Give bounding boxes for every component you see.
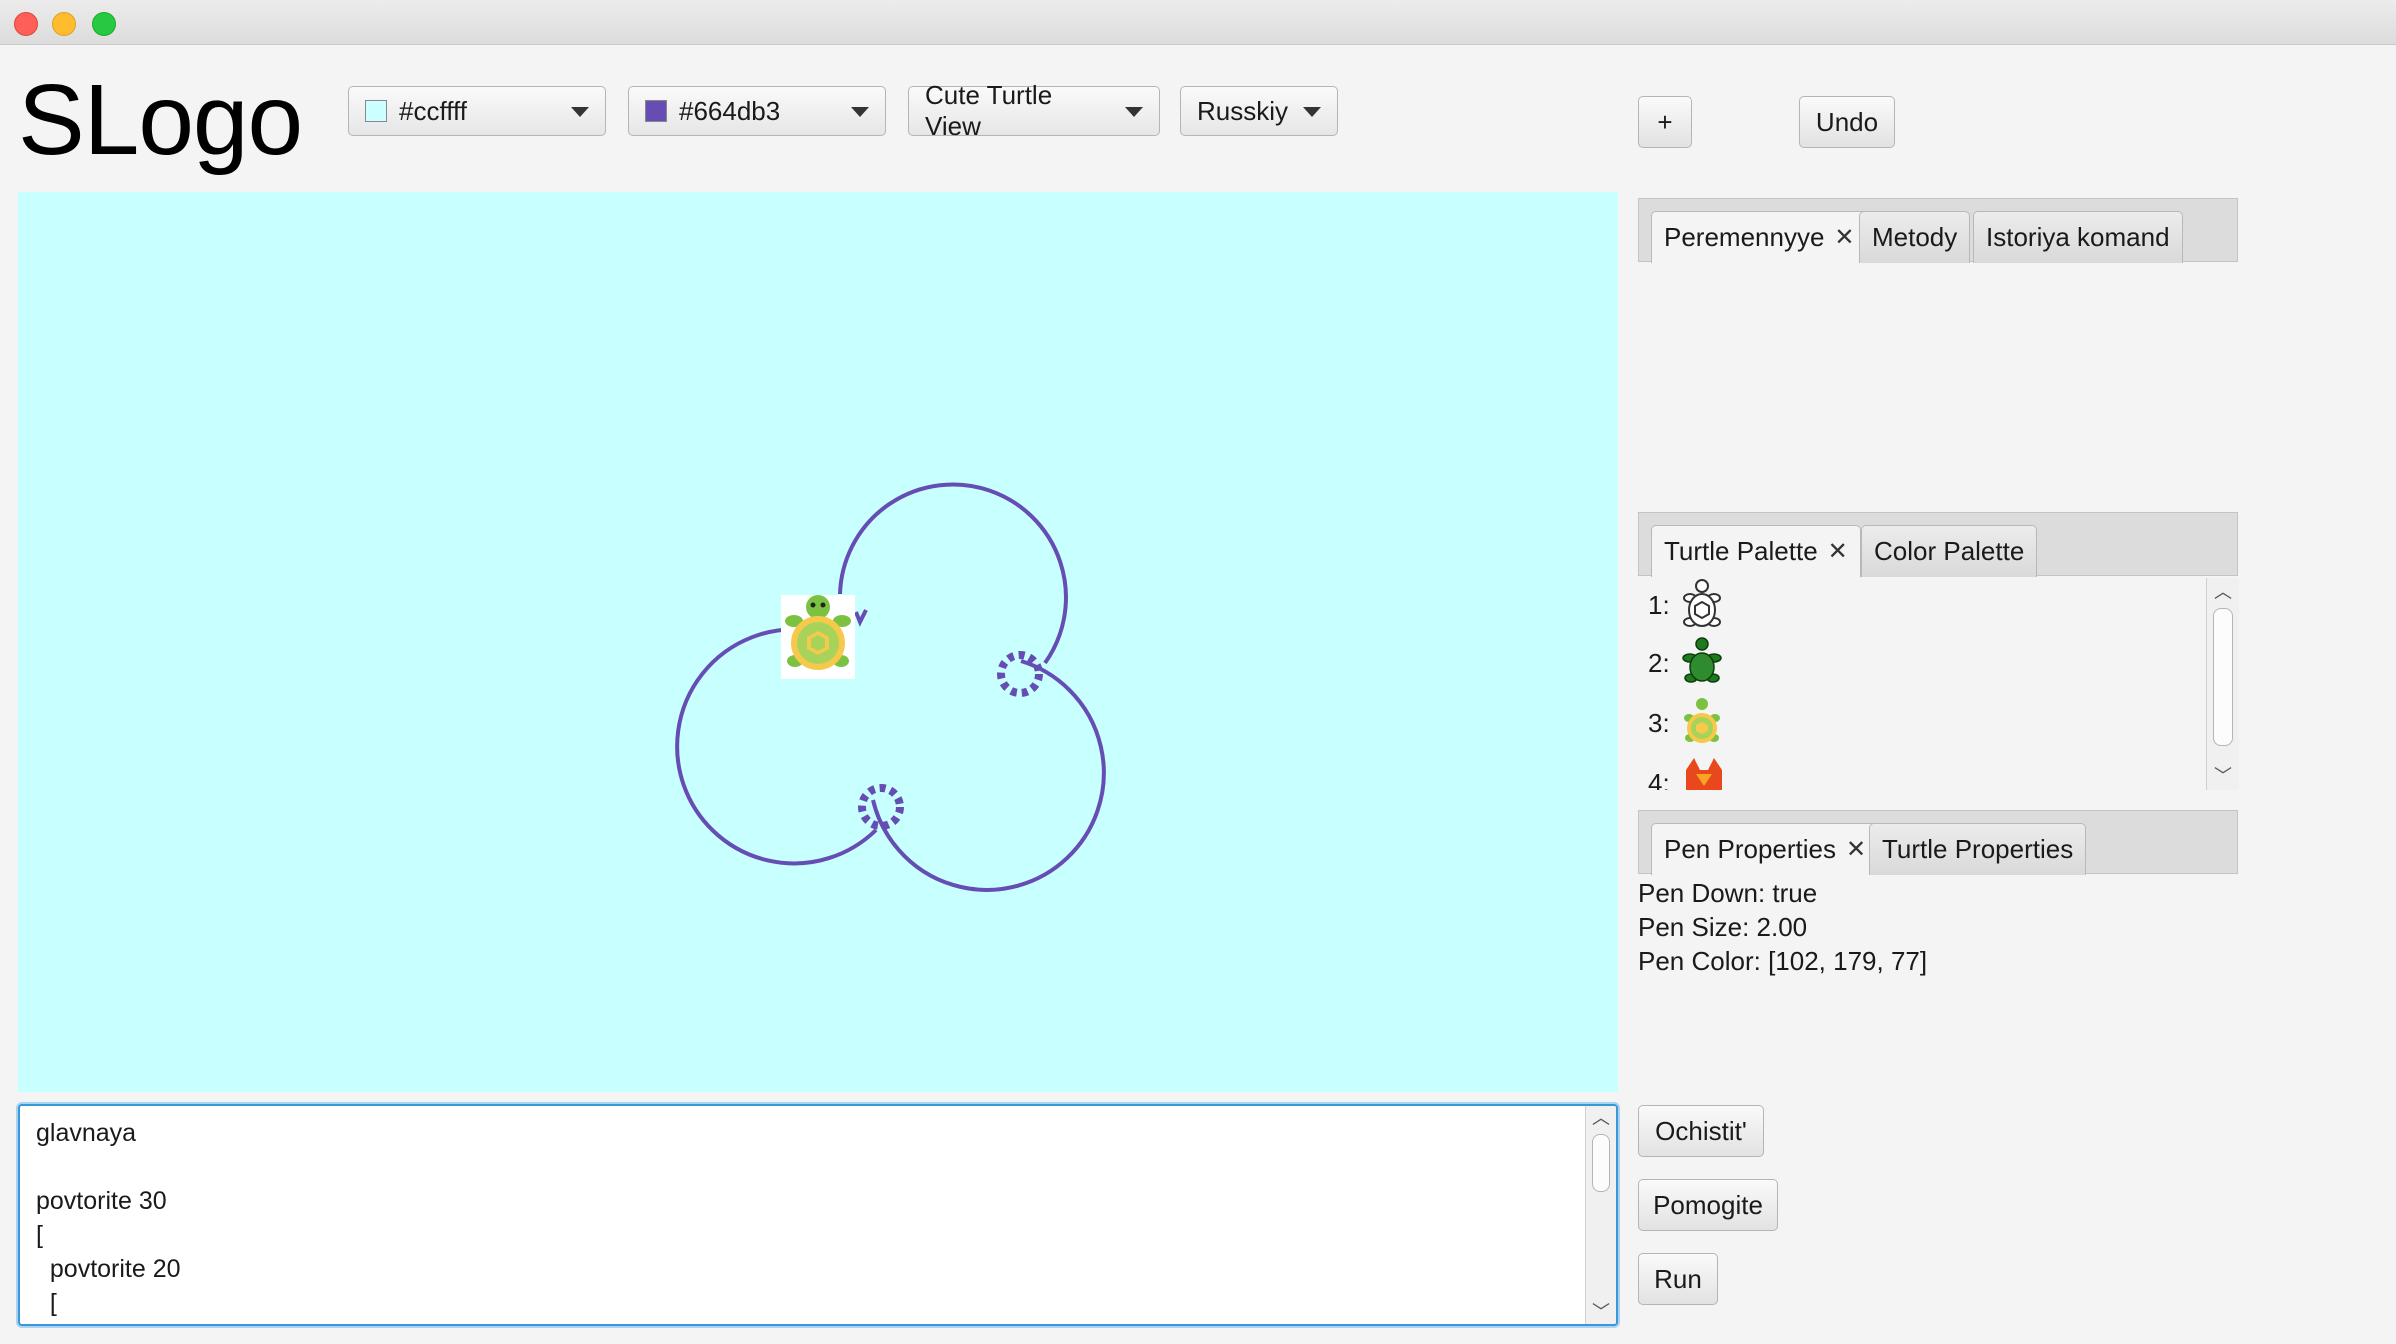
list-item[interactable]: 4:	[1648, 756, 1726, 790]
background-color-swatch	[365, 100, 387, 122]
tab-color-palette-label: Color Palette	[1874, 536, 2025, 566]
command-editor[interactable]: glavnaya povtorite 30 [ povtorite 20 [ ︿…	[18, 1104, 1618, 1326]
language-selector-label: Russkiy	[1197, 95, 1289, 126]
turtle-palette-list: 1: 2: 3: 4:	[1638, 578, 2238, 790]
chevron-up-icon[interactable]: ︿	[2207, 582, 2239, 602]
view-selector[interactable]: Cute Turtle View	[908, 80, 1160, 141]
properties-tab-header: Pen Properties ✕ Turtle Properties	[1638, 810, 2238, 875]
palette-scrollbar-thumb[interactable]	[2213, 608, 2233, 746]
chevron-down-icon	[1303, 107, 1321, 117]
palette-item-number: 4:	[1648, 767, 1670, 791]
pen-trail-upper-arc	[838, 482, 1068, 665]
run-button[interactable]: Run	[1638, 1253, 1718, 1305]
chevron-down-icon	[1125, 107, 1143, 117]
pen-color-picker[interactable]: #664db3	[628, 86, 886, 136]
editor-scrollbar[interactable]: ︿ ﹀	[1585, 1106, 1616, 1324]
properties-tab-pane: Pen Properties ✕ Turtle Properties	[1638, 810, 2238, 876]
close-icon[interactable]: ✕	[1846, 835, 1866, 864]
palette-item-number: 1:	[1648, 589, 1670, 620]
tab-command-history[interactable]: Istoriya komand	[1973, 211, 2183, 263]
tab-color-palette[interactable]: Color Palette	[1861, 525, 2038, 577]
pen-color-label: #664db3	[679, 95, 781, 126]
close-icon[interactable]: ✕	[1834, 223, 1854, 252]
small-hook-mark	[854, 609, 868, 627]
cute-turtle-sprite	[781, 595, 855, 679]
tab-turtle-properties[interactable]: Turtle Properties	[1869, 823, 2087, 875]
chevron-up-icon[interactable]: ︿	[1586, 1108, 1616, 1128]
pen-color-swatch	[645, 100, 667, 122]
tab-variables[interactable]: Peremennyye ✕	[1651, 211, 1868, 263]
pen-down-value: Pen Down: true	[1638, 878, 1818, 908]
window-titlebar	[0, 0, 2396, 45]
tab-turtle-palette[interactable]: Turtle Palette ✕	[1651, 525, 1861, 577]
gear-mark-right	[997, 651, 1043, 697]
tab-methods-label: Metody	[1872, 222, 1958, 252]
tab-variables-label: Peremennyye	[1664, 222, 1825, 252]
info-tab-header: Peremennyye ✕ Metody Istoriya komand	[1638, 198, 2238, 263]
cute-turtle-icon	[1684, 698, 1720, 743]
close-icon[interactable]: ✕	[1828, 537, 1848, 566]
chevron-down-icon[interactable]: ﹀	[2207, 766, 2239, 786]
add-workspace-button[interactable]: +	[1638, 96, 1692, 148]
tab-methods[interactable]: Metody	[1859, 211, 1971, 263]
tab-turtle-properties-label: Turtle Properties	[1882, 834, 2074, 864]
app-logo: SLogo	[18, 64, 303, 176]
zoom-window-button[interactable]	[92, 12, 116, 36]
help-button[interactable]: Pomogite	[1638, 1179, 1778, 1231]
minimize-window-button[interactable]	[52, 12, 76, 36]
clear-button[interactable]: Ochistit'	[1638, 1105, 1764, 1157]
list-item[interactable]: 3:	[1648, 696, 1726, 750]
tab-pen-properties[interactable]: Pen Properties ✕	[1651, 823, 1880, 875]
tab-turtle-palette-label: Turtle Palette	[1664, 536, 1818, 566]
list-item[interactable]: 1:	[1648, 578, 1726, 632]
palette-tab-header: Turtle Palette ✕ Color Palette	[1638, 512, 2238, 577]
chevron-down-icon	[571, 107, 589, 117]
list-item[interactable]: 2:	[1648, 636, 1726, 690]
green-turtle-icon	[1682, 637, 1722, 683]
outline-turtle-icon	[1683, 579, 1721, 627]
turtle-canvas[interactable]	[18, 192, 1618, 1092]
pen-size-value: Pen Size: 2.00	[1638, 912, 1808, 942]
pen-trail-right-arc	[871, 659, 1106, 892]
pen-color-value: Pen Color: [102, 179, 77]	[1638, 946, 1928, 976]
close-window-button[interactable]	[14, 12, 38, 36]
chevron-down-icon[interactable]: ﹀	[1586, 1302, 1616, 1322]
tab-pen-properties-label: Pen Properties	[1664, 834, 1836, 864]
background-color-label: #ccffff	[399, 95, 467, 126]
pen-properties: Pen Down: true Pen Size: 2.00 Pen Color:…	[1638, 876, 1927, 978]
command-text[interactable]: glavnaya povtorite 30 [ povtorite 20 [	[20, 1106, 1616, 1324]
palette-scrollbar[interactable]: ︿ ﹀	[2206, 578, 2239, 790]
palette-item-number: 2:	[1648, 647, 1670, 678]
chevron-down-icon	[851, 107, 869, 117]
tab-command-history-label: Istoriya komand	[1986, 222, 2170, 252]
turtle-drawing	[675, 482, 1106, 892]
undo-button[interactable]: Undo	[1799, 96, 1895, 148]
background-color-picker[interactable]: #ccffff	[348, 86, 606, 136]
fox-icon	[1686, 758, 1722, 790]
view-selector-label: Cute Turtle View	[925, 80, 1053, 141]
palette-item-number: 3:	[1648, 707, 1670, 738]
language-selector[interactable]: Russkiy	[1180, 86, 1338, 136]
editor-scrollbar-thumb[interactable]	[1592, 1134, 1610, 1192]
